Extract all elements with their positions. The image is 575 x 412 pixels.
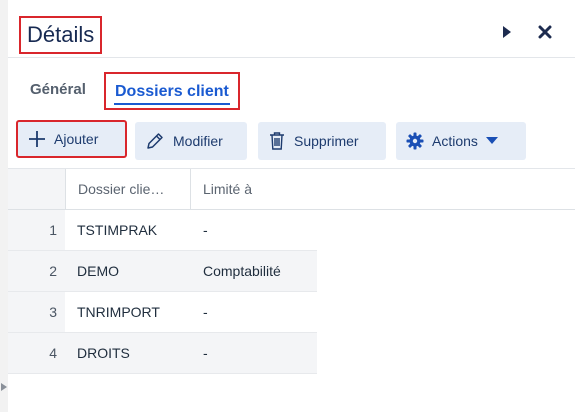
details-panel: Détails Général Dossiers client Ajouter … <box>8 0 575 412</box>
caret-down-icon <box>485 137 498 144</box>
cell-dossier: DROITS <box>65 333 191 374</box>
row-number: 2 <box>8 251 65 292</box>
edit-button-label: Modifier <box>173 133 223 149</box>
active-tab-indicator <box>114 103 230 105</box>
cell-dossier: TNRIMPORT <box>65 292 191 333</box>
cell-limite: Comptabilité <box>191 251 317 292</box>
trash-icon <box>270 132 284 150</box>
row-number: 3 <box>8 292 65 333</box>
dossiers-grid: Dossier clie… Limité à 1 TSTIMPRAK - 2 D… <box>8 168 575 374</box>
cell-limite: - <box>191 292 317 333</box>
table-row[interactable]: 4 DROITS - <box>8 333 575 374</box>
collapse-left-arrow-icon[interactable] <box>0 380 8 394</box>
tab-dossiers-client-label: Dossiers client <box>115 83 229 100</box>
plus-icon <box>29 131 45 147</box>
cell-limite: - <box>191 210 317 251</box>
table-row[interactable]: 1 TSTIMPRAK - <box>8 210 575 251</box>
gear-icon <box>406 132 424 150</box>
row-number: 4 <box>8 333 65 374</box>
actions-button-label: Actions <box>432 133 478 149</box>
close-button[interactable] <box>535 22 555 42</box>
toolbar: Ajouter Modifier Supprimer Actions <box>8 120 575 162</box>
tab-general[interactable]: Général <box>30 72 86 110</box>
play-right-icon <box>503 26 511 38</box>
cell-limite: - <box>191 333 317 374</box>
grid-header-row: Dossier clie… Limité à <box>8 168 575 210</box>
add-button-label: Ajouter <box>54 131 99 147</box>
column-header-dossier[interactable]: Dossier clie… <box>65 169 191 209</box>
table-row[interactable]: 3 TNRIMPORT - <box>8 292 575 333</box>
edit-button[interactable]: Modifier <box>135 122 247 160</box>
delete-button-label: Supprimer <box>294 133 359 149</box>
tab-dossiers-client[interactable]: Dossiers client <box>104 72 240 110</box>
add-button[interactable]: Ajouter <box>16 120 127 158</box>
cell-dossier: TSTIMPRAK <box>65 210 191 251</box>
actions-dropdown-button[interactable]: Actions <box>396 122 526 160</box>
column-header-limite[interactable]: Limité à <box>191 169 321 209</box>
header-actions <box>497 22 555 42</box>
table-row[interactable]: 2 DEMO Comptabilité <box>8 251 575 292</box>
pencil-icon <box>147 133 163 149</box>
expand-right-button[interactable] <box>497 22 517 42</box>
close-icon <box>538 25 552 39</box>
panel-header: Détails <box>8 8 575 58</box>
delete-button[interactable]: Supprimer <box>258 122 386 160</box>
panel-title: Détails <box>19 16 103 54</box>
tab-bar: Général Dossiers client <box>8 72 575 110</box>
row-number: 1 <box>8 210 65 251</box>
cell-dossier: DEMO <box>65 251 191 292</box>
row-number-header <box>8 169 65 209</box>
